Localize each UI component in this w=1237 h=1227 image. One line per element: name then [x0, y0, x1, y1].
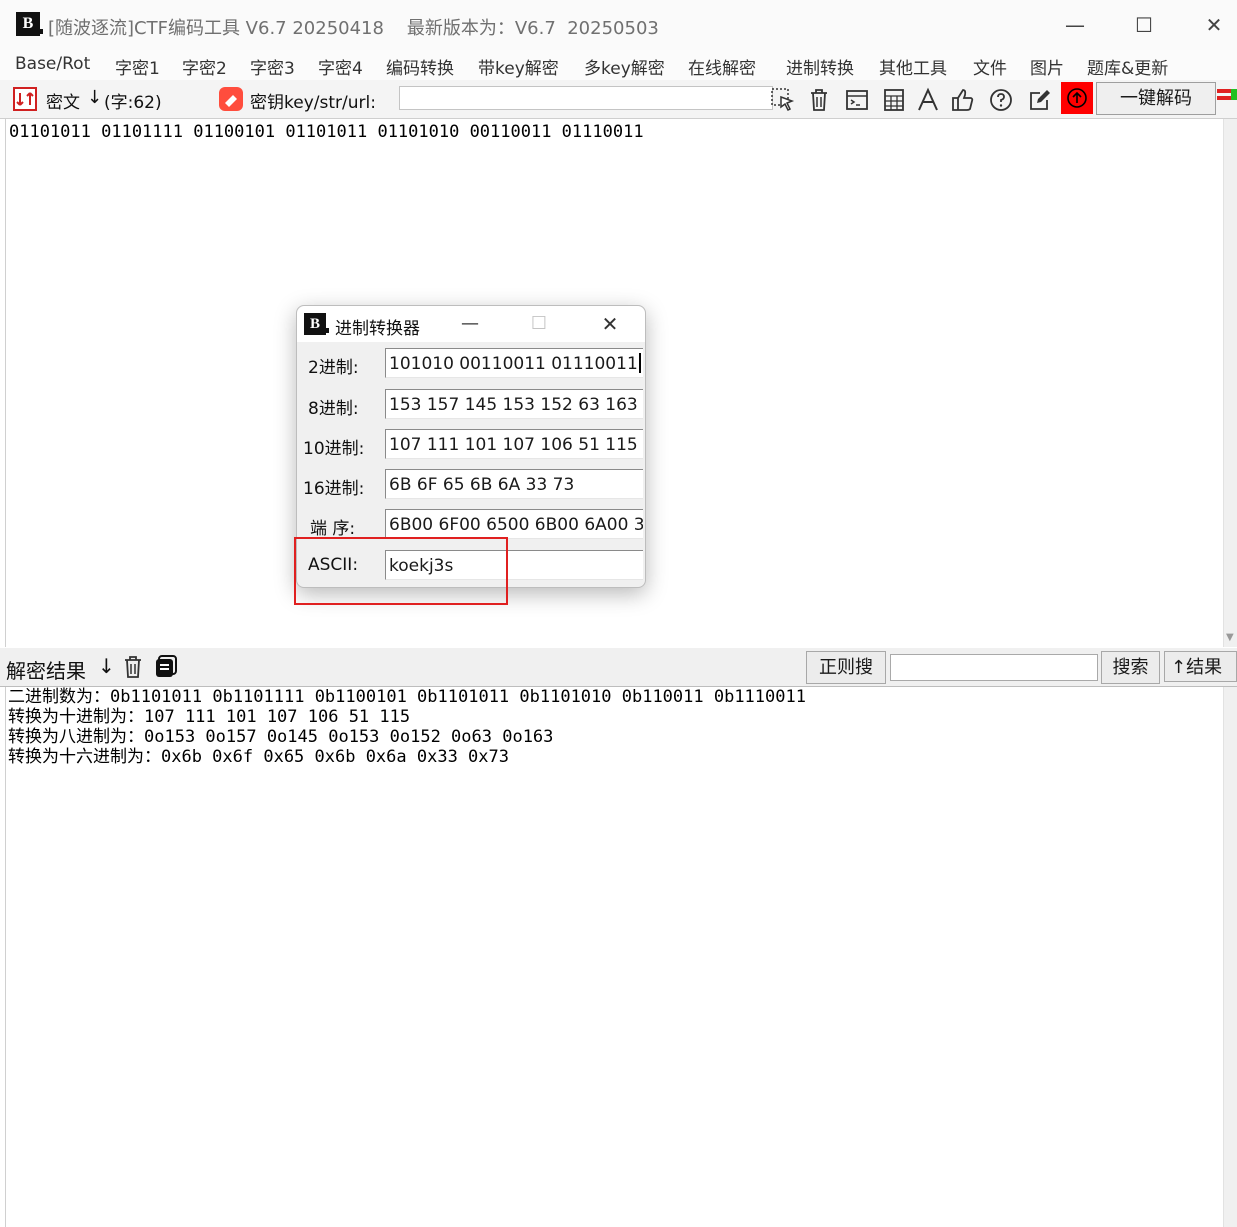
help-icon[interactable] [988, 87, 1014, 113]
result-line: 二进制数为：0b1101011 0b1101111 0b1100101 0b11… [8, 687, 806, 707]
octal-field[interactable]: 153 157 145 153 152 63 163 [385, 389, 643, 419]
hex-label: 16进制: [303, 479, 365, 499]
result-scrollbar[interactable] [1223, 687, 1237, 1227]
result-line: 转换为十六进制为：0x6b 0x6f 0x65 0x6b 0x6a 0x33 0… [8, 747, 509, 767]
arrow-down-icon: ↓ [98, 654, 115, 678]
highlight-annotation [294, 537, 508, 605]
result-label: 解密结果 [6, 659, 86, 683]
trash-icon[interactable] [806, 87, 832, 113]
toolbar: 密文 ↓ (字:62) 密钥key/str/url: 一键解码 [0, 80, 1237, 119]
menu-zimi3[interactable]: 字密3 [250, 54, 295, 79]
status-indicator-red-2 [1217, 96, 1231, 100]
menu-zimi4[interactable]: 字密4 [318, 54, 363, 79]
result-line: 转换为八进制为：0o153 0o157 0o145 0o153 0o152 0o… [8, 727, 554, 747]
decimal-label: 10进制: [303, 439, 365, 459]
select-cursor-icon[interactable] [770, 87, 796, 113]
status-indicator-green [1231, 89, 1237, 100]
upload-button[interactable] [1061, 82, 1093, 114]
terminal-icon[interactable] [844, 87, 870, 113]
calculator-icon[interactable] [881, 87, 907, 113]
arrow-down-icon: ↓ [87, 87, 103, 108]
menu-other-tools[interactable]: 其他工具 [879, 54, 947, 79]
key-input[interactable] [399, 86, 773, 110]
app-logo: B [304, 313, 329, 335]
binary-label: 2进制: [308, 358, 359, 378]
swap-icon[interactable] [12, 86, 38, 112]
window-title: [随波逐流]CTF编码工具 V6.7 20250418 最新版本为：V6.7 2… [48, 18, 659, 39]
menu-multikey-decrypt[interactable]: 多key解密 [584, 54, 665, 79]
search-input[interactable] [890, 654, 1098, 681]
edit-icon[interactable] [1027, 87, 1053, 113]
thumbs-up-icon[interactable] [950, 87, 976, 113]
font-a-icon[interactable] [915, 87, 941, 113]
arrow-up-circle-icon [1067, 88, 1087, 108]
eraser-icon[interactable] [218, 86, 244, 112]
regex-search-button[interactable]: 正则搜 [806, 651, 886, 684]
dialog-minimize-button[interactable]: — [450, 309, 490, 339]
one-click-decode-button[interactable]: 一键解码 [1096, 82, 1216, 115]
dialog-maximize-button: ☐ [530, 313, 548, 334]
octal-label: 8进制: [308, 399, 359, 419]
menu-online-decrypt[interactable]: 在线解密 [688, 54, 756, 79]
result-line: 转换为十进制为：107 111 101 107 106 51 115 [8, 707, 411, 727]
menu-zimi2[interactable]: 字密2 [182, 54, 227, 79]
cipher-label: 密文 [46, 93, 80, 113]
maximize-button[interactable]: ☐ [1124, 10, 1164, 40]
search-button[interactable]: 搜索 [1101, 651, 1160, 684]
cipher-text: 01101011 01101111 01100101 01101011 0110… [9, 122, 644, 142]
close-button[interactable]: ✕ [1194, 10, 1234, 40]
menu-encoding[interactable]: 编码转换 [386, 54, 454, 79]
key-label: 密钥key/str/url: [250, 93, 376, 113]
menu-base-rot[interactable]: Base/Rot [15, 54, 90, 74]
endian-label: 端 序: [310, 519, 356, 539]
dialog-title: 进制转换器 [335, 319, 420, 339]
minimize-button[interactable]: — [1055, 10, 1095, 40]
menu-key-decrypt[interactable]: 带key解密 [478, 54, 559, 79]
menu-base-convert[interactable]: 进制转换 [786, 54, 854, 79]
status-indicator-red [1217, 89, 1231, 93]
trash-icon[interactable] [120, 654, 146, 680]
copy-icon[interactable] [153, 654, 179, 680]
menu-library-update[interactable]: 题库&更新 [1087, 54, 1168, 79]
text-cursor [638, 353, 641, 373]
decimal-field[interactable]: 107 111 101 107 106 51 115 [385, 429, 643, 459]
cipher-scrollbar[interactable]: ▼ [1223, 119, 1237, 647]
dialog-close-button[interactable]: ✕ [590, 309, 630, 339]
menu-zimi1[interactable]: 字密1 [115, 54, 160, 79]
menu-file[interactable]: 文件 [973, 54, 1007, 79]
result-textarea[interactable]: 二进制数为：0b1101011 0b1101111 0b1100101 0b11… [5, 687, 1224, 1227]
menu-image[interactable]: 图片 [1030, 54, 1064, 79]
hex-field[interactable]: 6B 6F 65 6B 6A 33 73 [385, 469, 643, 499]
endian-field[interactable]: 6B00 6F00 6500 6B00 6A00 3 [385, 509, 643, 539]
result-header: 解密结果 ↓ 正则搜 搜索 ↑结果 [0, 648, 1237, 687]
char-count: (字:62) [104, 93, 162, 113]
menu-bar: Base/Rot 字密1 字密2 字密3 字密4 编码转换 带key解密 多ke… [0, 50, 1237, 80]
binary-field[interactable]: 101010 00110011 01110011 [385, 348, 643, 378]
title-bar: B [随波逐流]CTF编码工具 V6.7 20250418 最新版本为：V6.7… [0, 0, 1237, 51]
binary-value: 101010 00110011 01110011 [389, 354, 638, 374]
dialog-title-bar: B 进制转换器 — ☐ ✕ [297, 306, 645, 342]
to-result-button[interactable]: ↑结果 [1164, 651, 1237, 682]
scroll-down-icon[interactable]: ▼ [1226, 632, 1234, 643]
app-logo: B [16, 12, 43, 36]
